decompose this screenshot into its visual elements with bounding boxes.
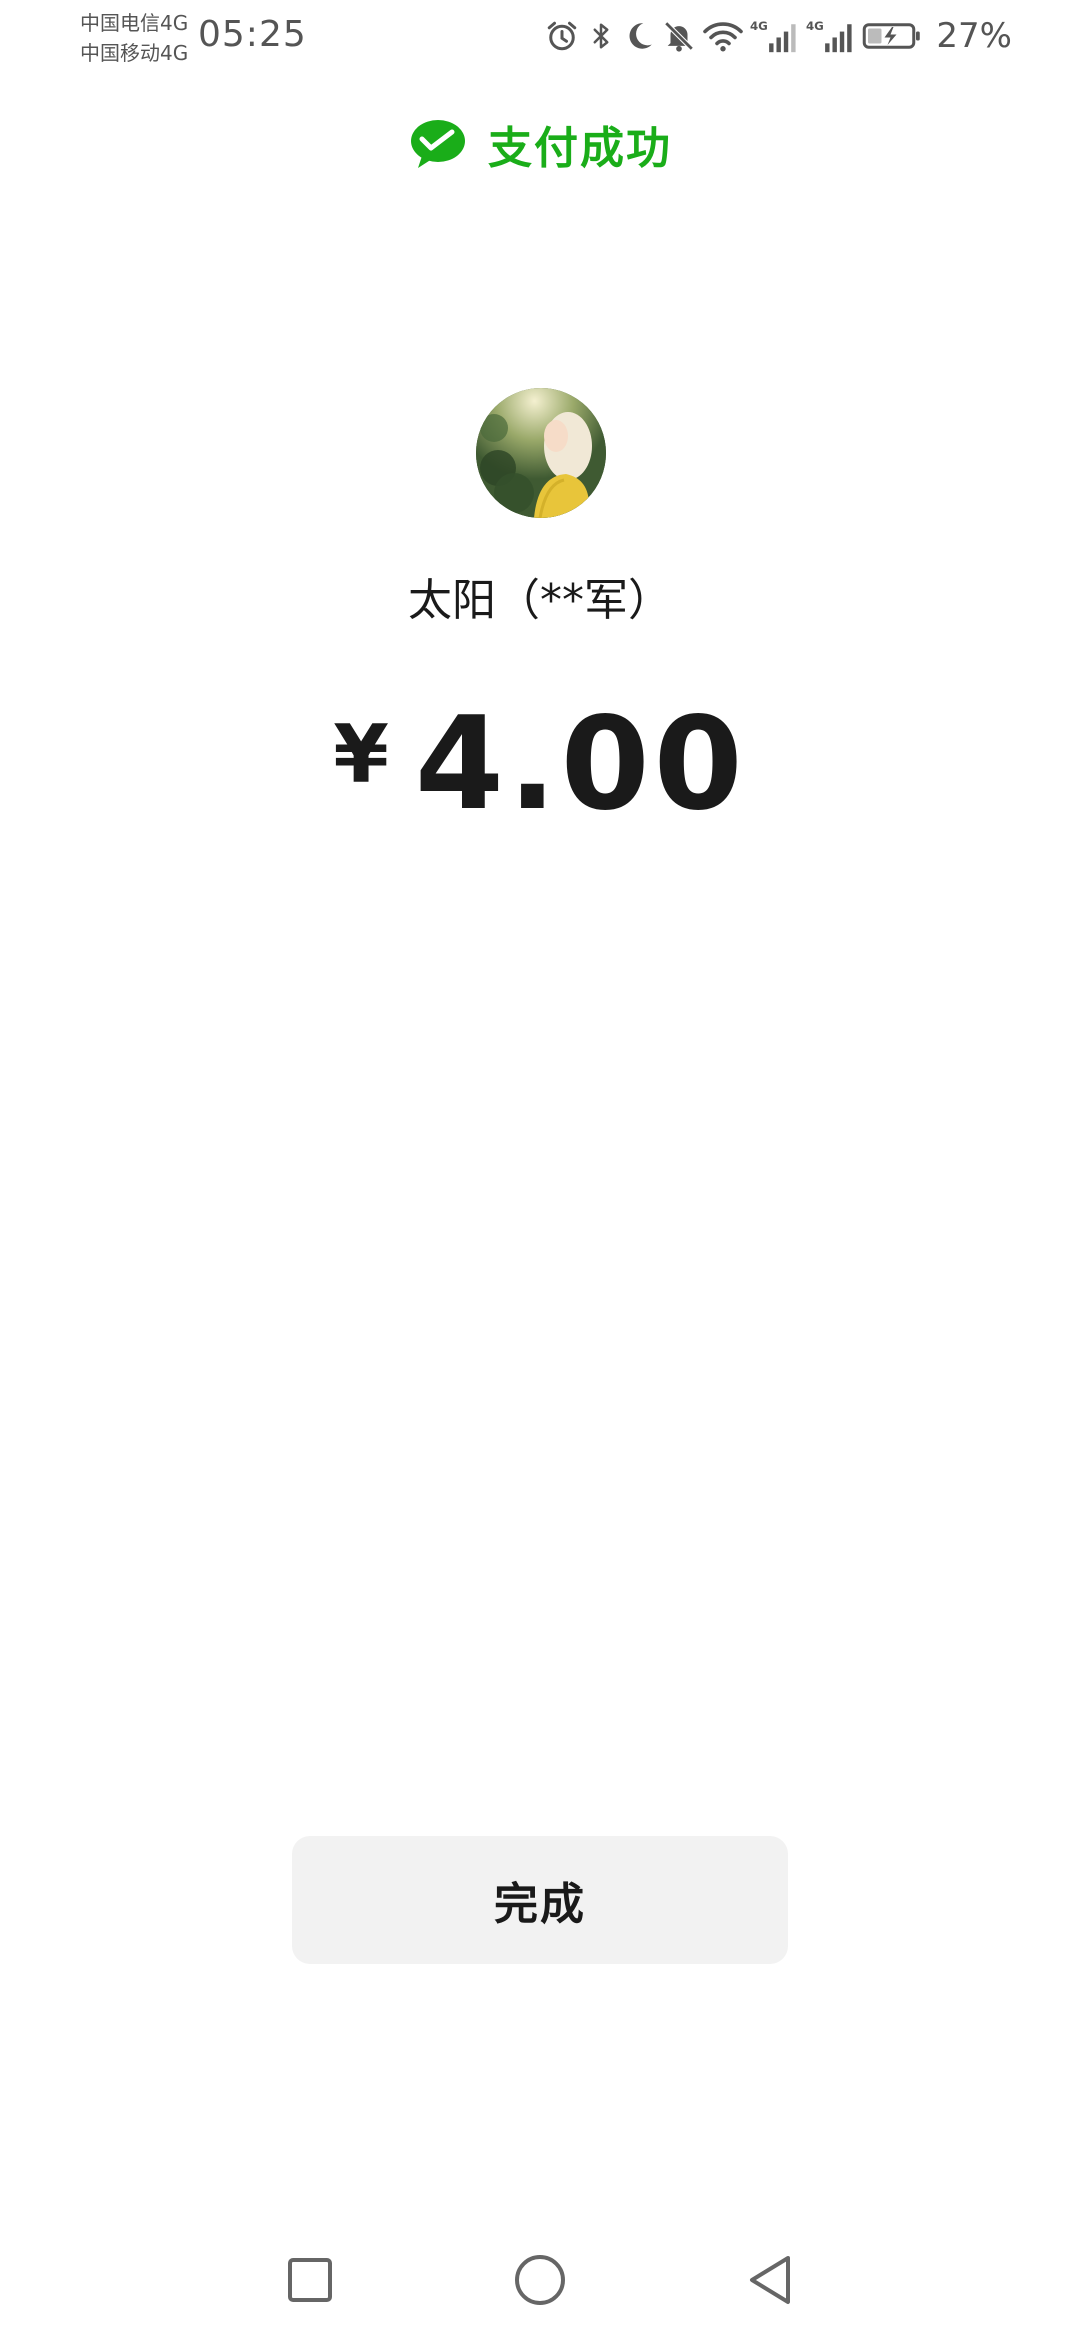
signal-2-icon: 4G [806, 19, 853, 53]
status-icons: 4G 4G 27% [544, 14, 1012, 58]
mute-icon [664, 21, 694, 52]
bluetooth-icon [593, 23, 609, 49]
wechat-pay-icon [411, 120, 465, 168]
back-button[interactable] [740, 2250, 800, 2310]
home-button[interactable] [510, 2250, 570, 2310]
wifi-icon [703, 22, 744, 52]
avatar [476, 388, 606, 518]
status-time: 05:25 [198, 14, 307, 55]
recent-apps-button[interactable] [280, 2250, 340, 2310]
do-not-disturb-icon [629, 23, 653, 49]
currency-symbol: ¥ [333, 708, 389, 801]
network-1-label: 4G [750, 19, 768, 33]
payee-name: 太阳（**军） [408, 575, 672, 626]
status-bar: 中国电信4G 中国移动4G 05:25 4G 4G 27% [0, 0, 1080, 72]
alarm-icon [548, 21, 577, 51]
battery-percent: 27% [936, 16, 1012, 56]
back-icon [750, 2256, 790, 2304]
battery-charging-icon [863, 23, 921, 49]
recent-apps-icon [288, 2258, 332, 2302]
done-button[interactable]: 完成 [292, 1836, 788, 1964]
carrier-info: 中国电信4G 中国移动4G [80, 8, 188, 68]
payment-amount: ¥ 4.00 [0, 690, 1080, 840]
carrier-2: 中国移动4G [80, 41, 189, 65]
amount-value: 4.00 [414, 690, 747, 839]
navigation-bar [0, 2240, 1080, 2320]
page-title: 支付成功 [488, 123, 672, 174]
home-icon [515, 2255, 565, 2305]
carrier-1: 中国电信4G [80, 11, 189, 35]
signal-1-icon: 4G [750, 19, 797, 53]
network-2-label: 4G [806, 19, 824, 33]
payment-success-header: 支付成功 [0, 112, 1080, 176]
